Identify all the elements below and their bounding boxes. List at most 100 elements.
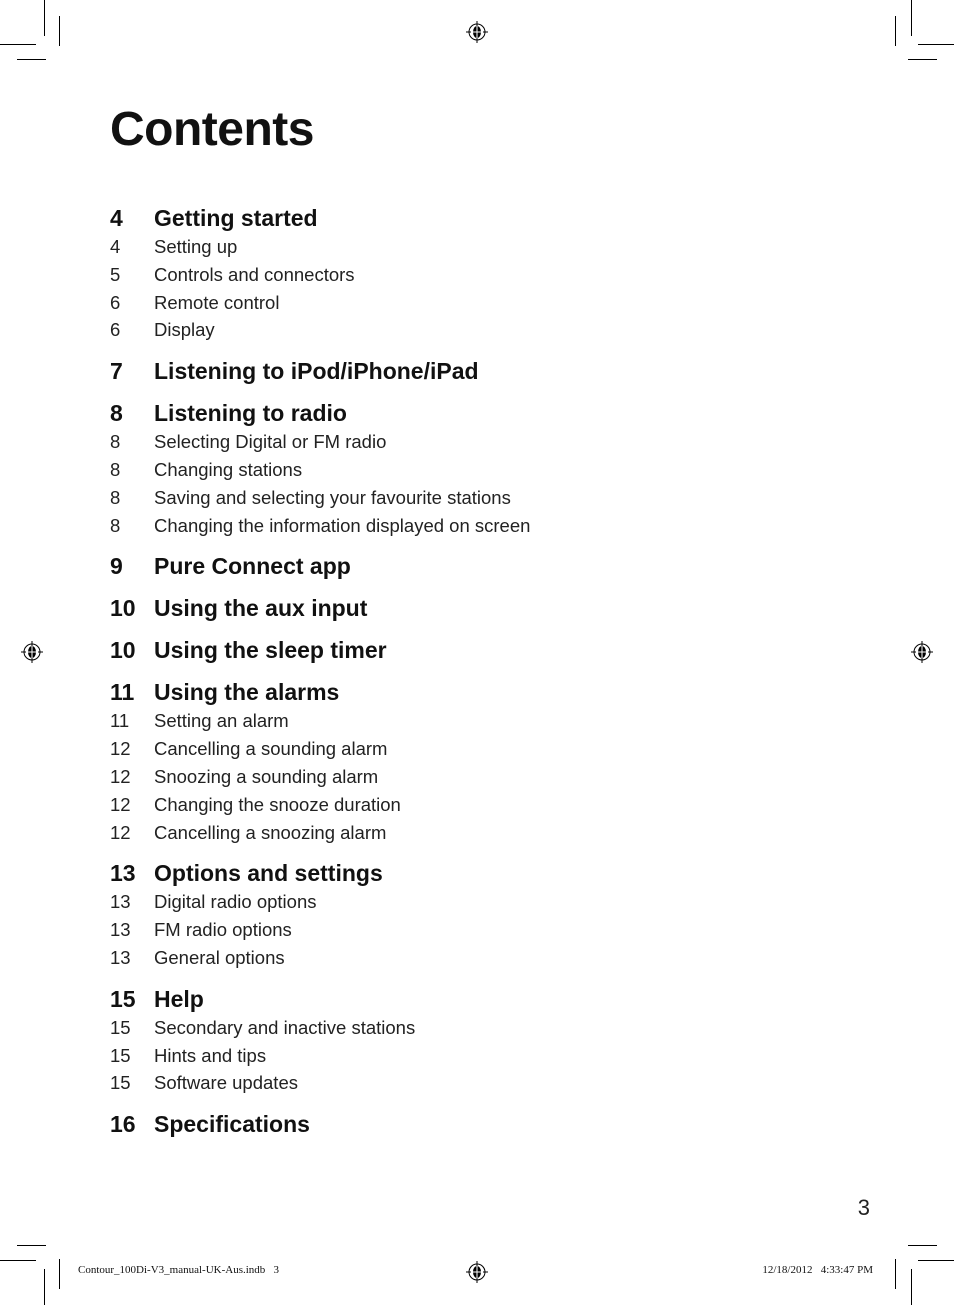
registration-mark-icon	[466, 21, 488, 43]
toc-section: 8 Listening to radio 8 Selecting Digital or…	[110, 398, 810, 539]
toc-entry-title: Setting up	[154, 236, 238, 257]
toc-entry-title: Changing stations	[154, 458, 303, 480]
registration-mark-icon	[21, 641, 43, 663]
crop-mark	[59, 16, 60, 46]
toc-heading-title: Using the alarms	[154, 679, 340, 706]
toc-page-number: 8	[110, 486, 121, 508]
toc-section: 10 Using the aux input	[110, 593, 810, 623]
toc-entry[interactable]: 12 Snoozing a sounding alarm	[110, 763, 810, 791]
toc-entry[interactable]: 8 Changing stations	[110, 456, 810, 484]
crop-mark	[0, 1260, 36, 1261]
toc-section: 7 Listening to iPod/iPhone/iPad	[110, 356, 810, 386]
toc-heading-title: Using the aux input	[154, 595, 368, 622]
toc-entry-title: Controls and connectors	[154, 263, 355, 285]
toc-entry-title: Secondary and inactive stations	[154, 1016, 416, 1038]
toc-section: 9 Pure Connect app	[110, 551, 810, 581]
toc-entry[interactable]: 13 Digital radio options	[110, 888, 810, 916]
toc-entry[interactable]: 12 Cancelling a snoozing alarm	[110, 819, 810, 847]
toc-section-heading[interactable]: 8 Listening to radio	[110, 398, 810, 428]
crop-mark	[918, 1260, 954, 1261]
toc-entry[interactable]: 11 Setting an alarm	[110, 707, 810, 735]
crop-mark	[44, 1269, 45, 1305]
toc-entry-title: FM radio options	[154, 919, 292, 941]
toc-page-number: 15	[110, 985, 136, 1012]
toc-entry[interactable]: 12 Changing the snooze duration	[110, 791, 810, 819]
toc-entry-title: General options	[154, 946, 285, 968]
toc-page-number: 12	[110, 738, 131, 760]
toc-page-number: 8	[110, 458, 121, 480]
crop-mark	[59, 1259, 60, 1289]
toc-entry[interactable]: 6 Remote control	[110, 289, 810, 317]
toc-entry-title: Cancelling a snoozing alarm	[154, 821, 387, 843]
toc-page-number: 11	[110, 710, 130, 732]
toc-entry-title: Snoozing a sounding alarm	[154, 765, 379, 787]
toc-entry[interactable]: 13 FM radio options	[110, 916, 810, 944]
crop-mark	[908, 1245, 937, 1246]
toc-page-number: 8	[110, 514, 121, 536]
toc-entry[interactable]: 8 Saving and selecting your favourite sta…	[110, 484, 810, 512]
toc-heading-title: Listening to iPod/iPhone/iPad	[154, 358, 479, 385]
toc-page-number: 12	[110, 821, 131, 843]
toc-section-heading[interactable]: 4 Getting started	[110, 203, 810, 233]
toc-entry-title: Hints and tips	[154, 1044, 267, 1066]
toc-page-number: 12	[110, 765, 131, 787]
toc-entry[interactable]: 8 Selecting Digital or FM radio	[110, 428, 810, 456]
crop-mark	[911, 1269, 912, 1305]
slug-timestamp: 12/18/2012 4:33:47 PM	[762, 1264, 873, 1276]
toc-page-number: 13	[110, 946, 131, 968]
toc-page-number: 5	[110, 263, 121, 285]
toc-heading-title: Options and settings	[154, 860, 383, 887]
crop-mark	[895, 1259, 896, 1289]
toc-page-number: 15	[110, 1016, 131, 1038]
toc-page-number: 8	[110, 431, 121, 453]
toc-entry[interactable]: 13 General options	[110, 944, 810, 972]
toc-entry[interactable]: 15 Hints and tips	[110, 1042, 810, 1070]
toc-page-number: 4	[110, 205, 123, 231]
toc-section-heading[interactable]: 10 Using the sleep timer	[110, 635, 810, 665]
toc-page-number: 7	[110, 358, 123, 385]
toc-heading-title: Pure Connect app	[154, 553, 351, 580]
toc-section-heading[interactable]: 10 Using the aux input	[110, 593, 810, 623]
toc-heading-title: Listening to radio	[154, 400, 347, 427]
toc-page-number: 6	[110, 319, 121, 341]
toc-section-heading[interactable]: 13 Options and settings	[110, 858, 810, 888]
toc-page-number: 13	[110, 860, 136, 887]
toc-section-heading[interactable]: 9 Pure Connect app	[110, 551, 810, 581]
registration-mark-icon	[911, 641, 933, 663]
page-title: Contents	[110, 103, 314, 156]
toc-page-number: 13	[110, 891, 131, 913]
toc-section-heading[interactable]: 15 Help	[110, 984, 810, 1014]
toc-entry[interactable]: 12 Cancelling a sounding alarm	[110, 735, 810, 763]
toc-entry[interactable]: 15 Software updates	[110, 1069, 810, 1097]
toc-section-heading[interactable]: 11 Using the alarms	[110, 677, 810, 707]
toc-page-number: 11	[110, 679, 135, 706]
toc-entry-title: Software updates	[154, 1072, 298, 1094]
toc-entry[interactable]: 8 Changing the information displayed on s…	[110, 512, 810, 540]
crop-mark	[911, 0, 912, 36]
toc-page-number: 12	[110, 793, 131, 815]
toc-section: 13 Options and settings 13 Digital radio op…	[110, 858, 810, 971]
toc-entry-title: Digital radio options	[154, 891, 317, 913]
toc-entry[interactable]: 6 Display	[110, 316, 810, 344]
toc-entry[interactable]: 15 Secondary and inactive stations	[110, 1014, 810, 1042]
toc-entry-title: Remote control	[154, 291, 280, 313]
toc-page-number: 10	[110, 595, 136, 622]
toc-heading-title: Getting started	[154, 205, 318, 231]
crop-mark	[44, 0, 45, 36]
toc-entry-title: Changing the information displayed on sc…	[154, 514, 531, 536]
toc-section-heading[interactable]: 16 Specifications	[110, 1109, 810, 1139]
toc-entry-title: Cancelling a sounding alarm	[154, 738, 388, 760]
toc-page-number: 8	[110, 400, 123, 427]
crop-mark	[918, 44, 954, 45]
crop-mark	[0, 44, 36, 45]
crop-mark	[895, 16, 896, 46]
toc-section: 11 Using the alarms 11 Setting an alarm 12 Ca…	[110, 677, 810, 846]
toc-page-number: 4	[110, 236, 121, 257]
toc-entry-title: Changing the snooze duration	[154, 793, 401, 815]
toc-entry-title: Setting an alarm	[154, 710, 289, 732]
toc-entry[interactable]: 5 Controls and connectors	[110, 261, 810, 289]
toc-entry[interactable]: 4 Setting up	[110, 233, 810, 261]
toc-section: 15 Help 15 Secondary and inactive stations 1…	[110, 984, 810, 1097]
toc-section-heading[interactable]: 7 Listening to iPod/iPhone/iPad	[110, 356, 810, 386]
table-of-contents: 4 Getting started 4 Setting up 5 Controls and…	[110, 203, 810, 1139]
